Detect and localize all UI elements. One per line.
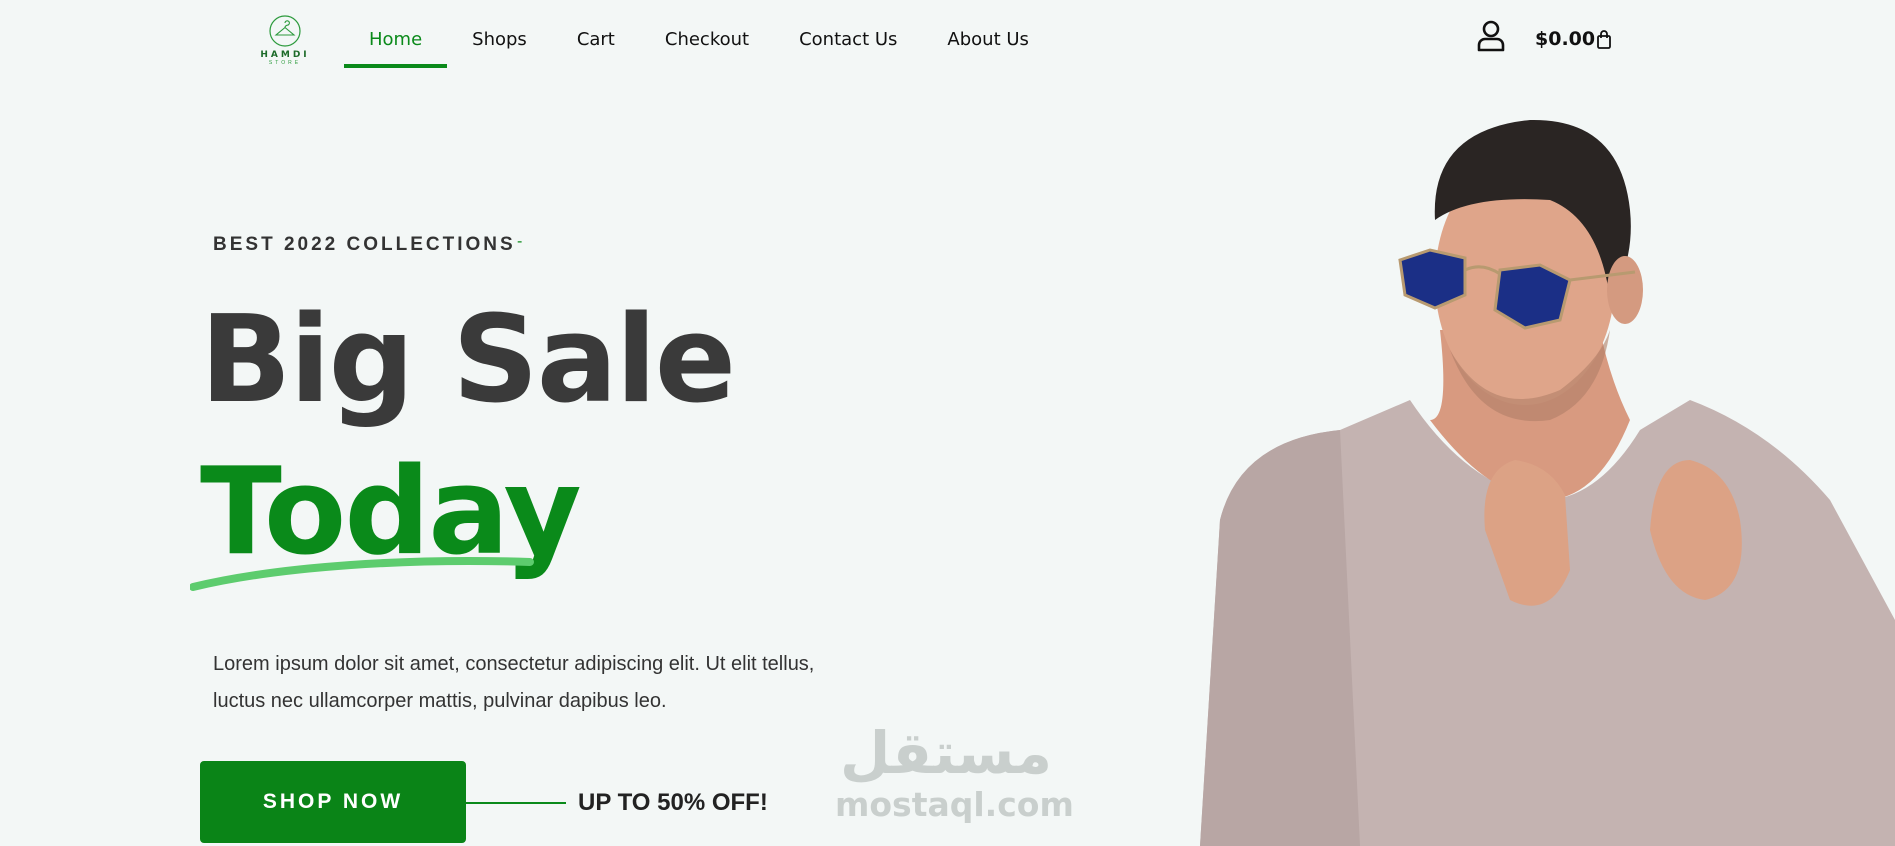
- logo-sub-text: STORE: [268, 60, 302, 66]
- eyebrow-dash: -: [517, 233, 523, 250]
- site-header: HAMDI STORE Home Shops Cart Checkout Con…: [0, 0, 1895, 80]
- hero-description: Lorem ipsum dolor sit amet, consectetur …: [213, 653, 815, 712]
- nav-shops[interactable]: Shops: [447, 0, 552, 68]
- nav-home[interactable]: Home: [344, 0, 448, 68]
- nav-cart[interactable]: Cart: [552, 0, 640, 68]
- nav-checkout[interactable]: Checkout: [640, 0, 774, 68]
- logo-brand-text: HAMDI: [260, 50, 310, 60]
- hero-model-image: [1200, 119, 1895, 846]
- underline-swoosh: [190, 557, 534, 591]
- watermark: مستقل mostaql.com: [835, 719, 1074, 824]
- store-logo[interactable]: HAMDI STORE: [254, 14, 316, 68]
- nav-about-us[interactable]: About Us: [922, 0, 1054, 68]
- hero-eyebrow: BEST 2022 COLLECTIONS: [213, 234, 516, 255]
- cart-total[interactable]: $0.00: [1535, 28, 1595, 50]
- user-icon[interactable]: [1477, 20, 1505, 52]
- shop-now-button[interactable]: SHOP NOW: [200, 761, 466, 843]
- promo-divider: [466, 802, 566, 804]
- hanger-icon: [269, 15, 301, 47]
- watermark-arabic: مستقل: [839, 719, 1053, 787]
- promo-text: UP TO 50% OFF!: [578, 789, 768, 816]
- main-nav: Home Shops Cart Checkout Contact Us Abou…: [344, 0, 1054, 70]
- hero-headline: Big Sale: [200, 291, 736, 430]
- watermark-latin: mostaql.com: [835, 785, 1074, 824]
- shopping-bag-icon[interactable]: [1596, 29, 1612, 49]
- nav-contact-us[interactable]: Contact Us: [774, 0, 922, 68]
